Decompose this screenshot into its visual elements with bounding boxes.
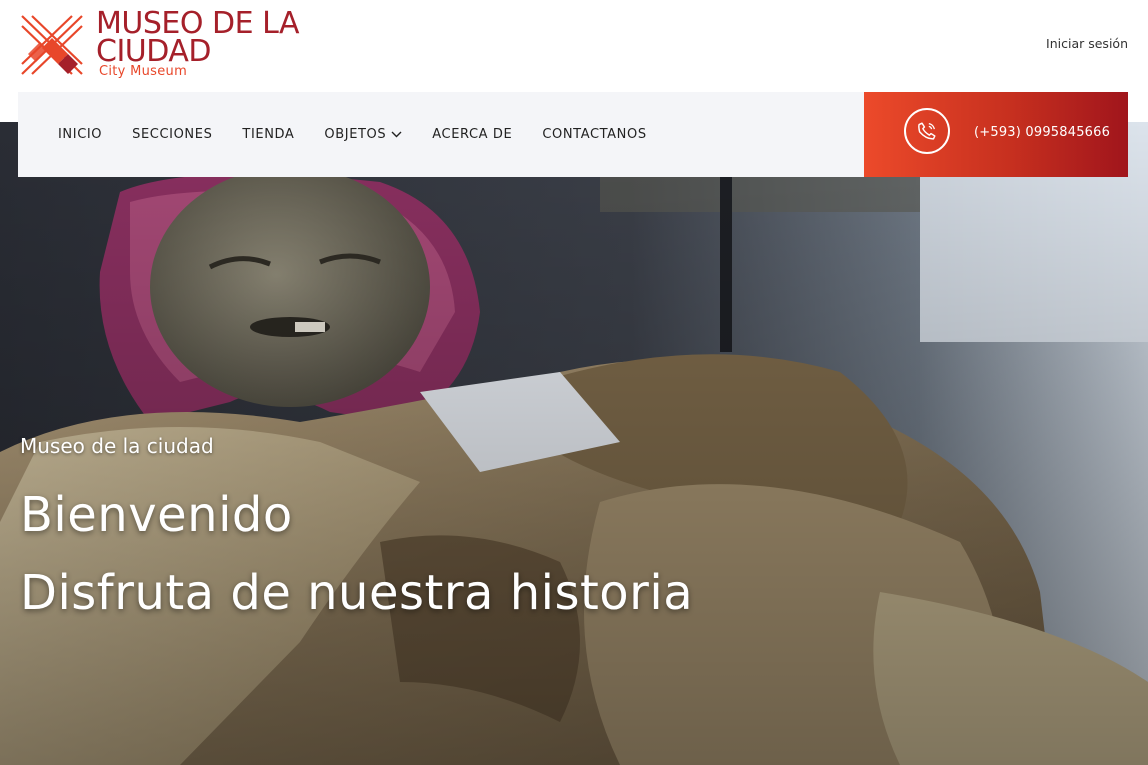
nav-list: INICIO SECCIONES TIENDA OBJETOS ACERCA D… [58, 92, 677, 177]
top-header: MUSEO DE LA CIUDAD City Museum Iniciar s… [0, 0, 1148, 92]
hero-banner: Museo de la ciudad Bienvenido Disfruta d… [0, 122, 1148, 765]
logo-title: MUSEO DE LA CIUDAD [96, 6, 300, 69]
nav-item-label: CONTACTANOS [542, 127, 647, 142]
nav-item-label: INICIO [58, 127, 103, 142]
nav-item-tienda[interactable]: TIENDA [242, 127, 294, 142]
nav-item-contactanos[interactable]: CONTACTANOS [542, 127, 646, 142]
phone-number: (+593) 0995845666 [974, 125, 1111, 140]
nav-item-label: TIENDA [242, 127, 295, 142]
nav-item-secciones[interactable]: SECCIONES [132, 127, 212, 142]
phone-contact-button[interactable]: (+593) 0995845666 [864, 92, 1128, 177]
phone-icon [904, 108, 950, 154]
crossed-x-logo-icon [21, 15, 83, 75]
login-link[interactable]: Iniciar sesión [1046, 36, 1128, 51]
nav-item-label: SECCIONES [132, 127, 213, 142]
nav-item-objetos[interactable]: OBJETOS [324, 127, 402, 142]
chevron-down-icon [391, 131, 402, 138]
nav-item-acerca-de[interactable]: ACERCA DE [432, 127, 512, 142]
hero-title: Bienvenido Disfruta de nuestra historia [20, 476, 693, 632]
nav-item-label: OBJETOS [324, 127, 387, 142]
nav-item-inicio[interactable]: INICIO [58, 127, 102, 142]
phone-glyph [918, 122, 936, 140]
hero-kicker: Museo de la ciudad [20, 434, 214, 458]
hero-title-line-1: Bienvenido [20, 487, 293, 543]
main-navigation: INICIO SECCIONES TIENDA OBJETOS ACERCA D… [18, 92, 864, 177]
logo-subtitle: City Museum [99, 64, 188, 79]
site-logo[interactable]: MUSEO DE LA CIUDAD City Museum [18, 9, 338, 82]
hero-title-line-2: Disfruta de nuestra historia [20, 565, 694, 621]
nav-item-label: ACERCA DE [432, 127, 513, 142]
